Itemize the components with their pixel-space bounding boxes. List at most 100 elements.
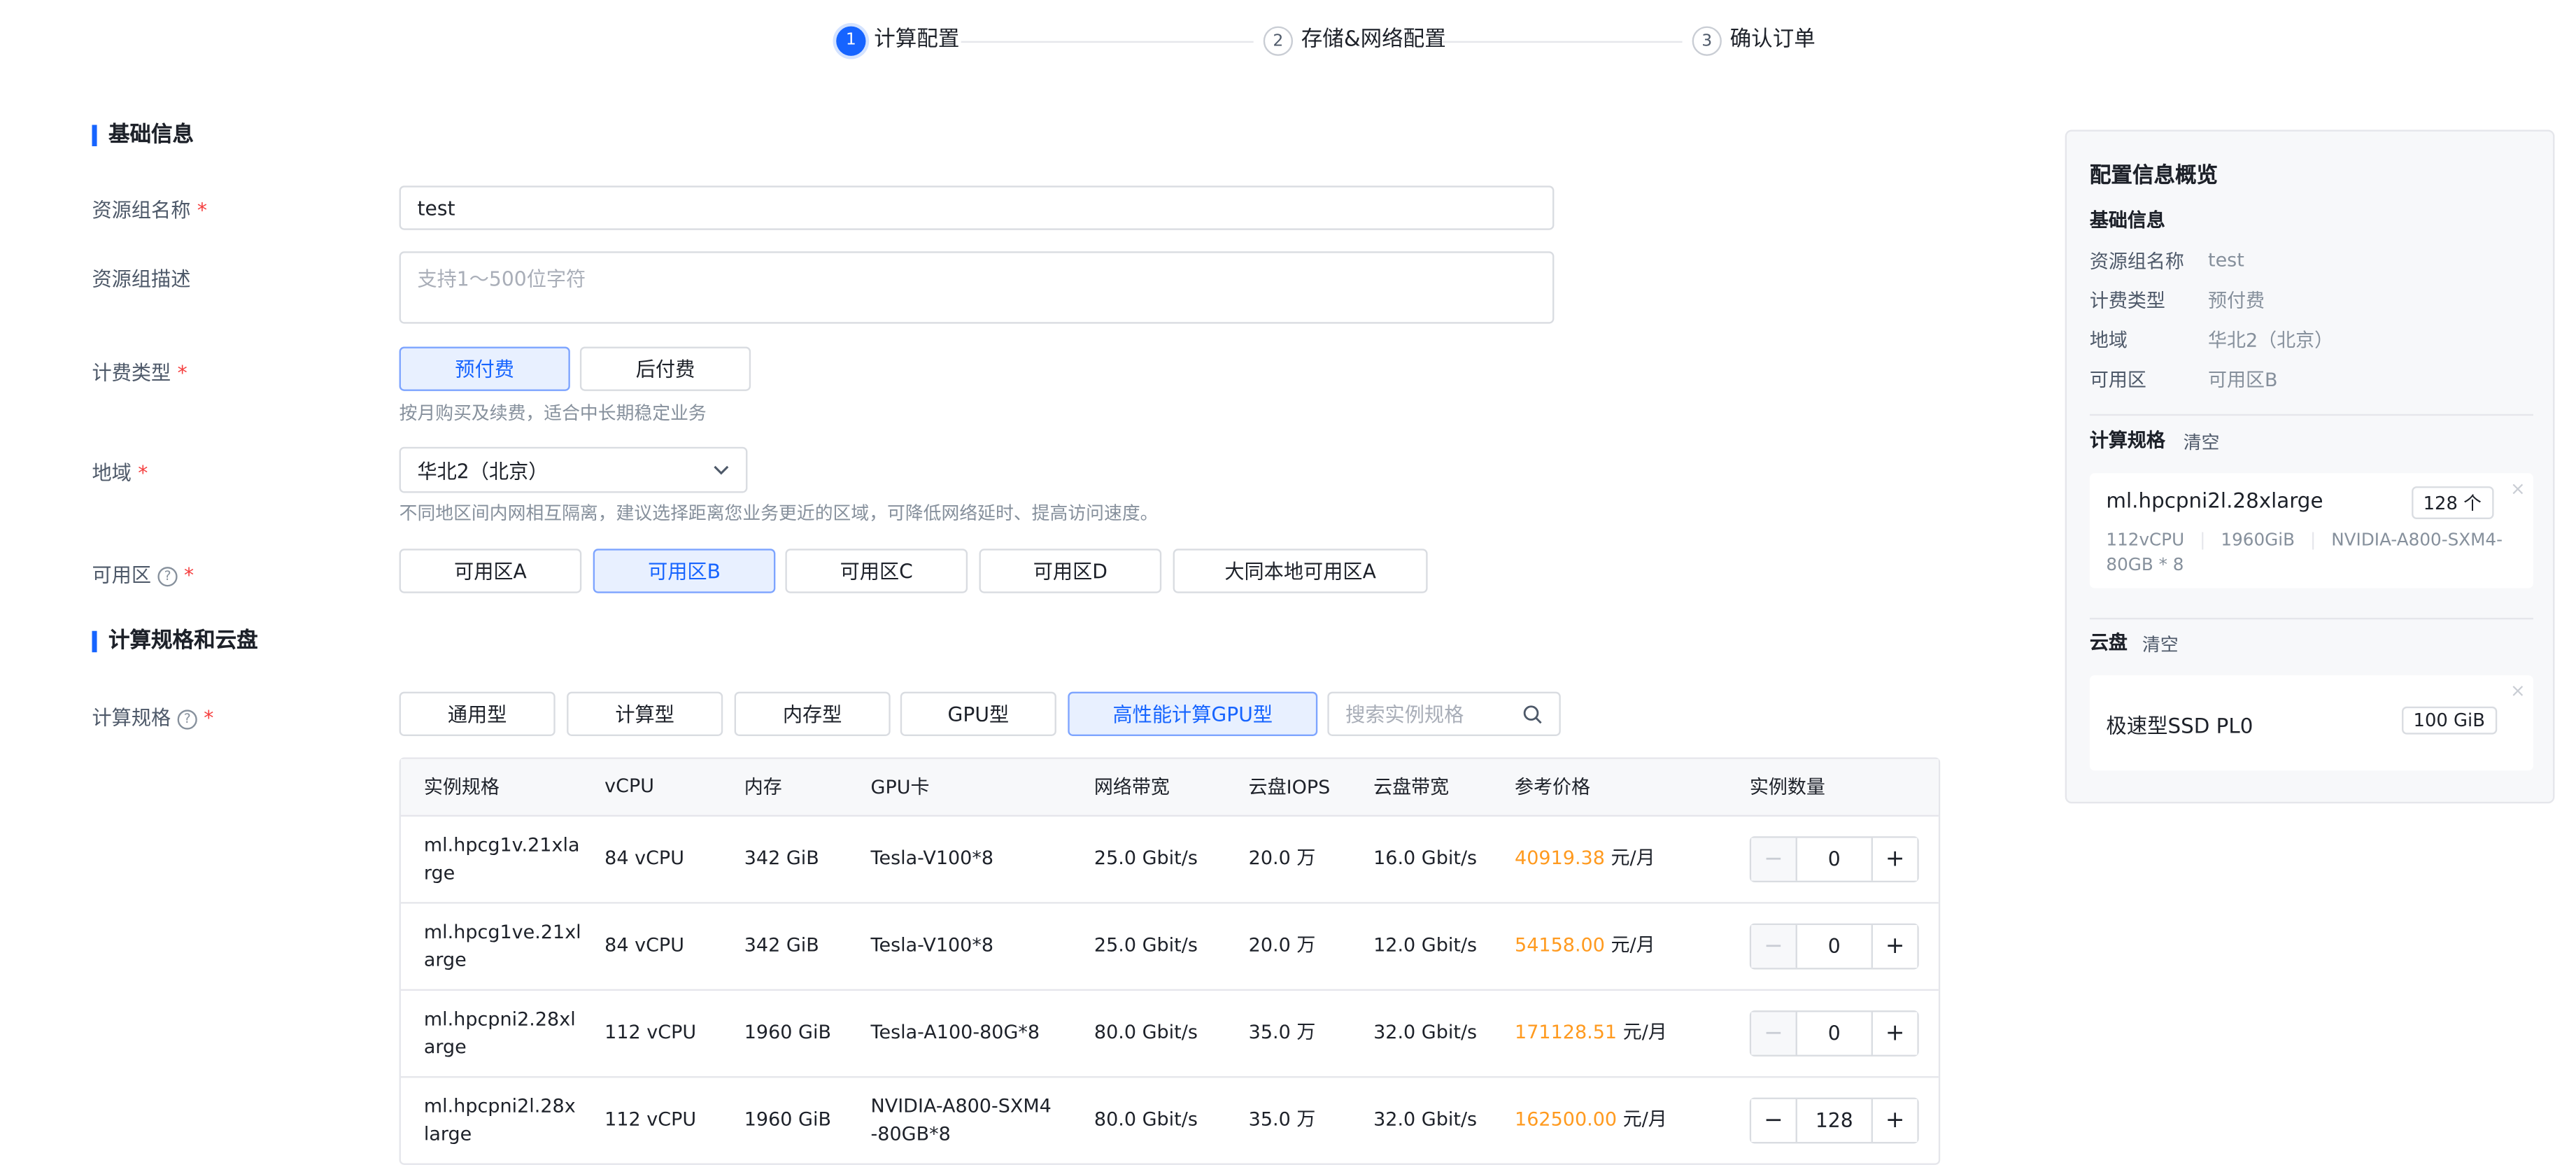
decrement-button[interactable]: −	[1751, 1012, 1797, 1055]
zone-b-button[interactable]: 可用区B	[593, 549, 776, 593]
close-icon[interactable]: ×	[2510, 478, 2526, 500]
quantity-input[interactable]: 0	[1797, 925, 1871, 968]
quantity-stepper: − 128 +	[1749, 1097, 1919, 1144]
quantity-stepper: − 0 +	[1749, 836, 1919, 882]
price-cell: 40919.38 元/月	[1515, 846, 1655, 870]
compute-spec-name: ml.hpcpni2l.28xlarge	[2106, 488, 2323, 513]
decrement-button[interactable]: −	[1751, 925, 1797, 968]
col-network: 网络带宽	[1094, 775, 1170, 799]
search-icon[interactable]	[1523, 704, 1543, 723]
section-compute: 计算规格和云盘	[92, 630, 258, 653]
summary-value: test	[2207, 248, 2244, 271]
compute-clear-link[interactable]: 清空	[2184, 429, 2220, 456]
decrement-button[interactable]: −	[1751, 838, 1797, 881]
table-row[interactable]: ml.hpcpni2.28xl arge 112 vCPU 1960 GiB Te…	[400, 991, 1939, 1078]
billing-prepaid-button[interactable]: 预付费	[399, 346, 570, 391]
spec-label: 计算规格? *	[92, 706, 214, 730]
vcpu-cell: 112 vCPU	[604, 1020, 697, 1044]
network-cell: 25.0 Gbit/s	[1094, 933, 1198, 956]
summary-compute-title: 计算规格	[2089, 428, 2165, 452]
iops-cell: 20.0 万	[1248, 846, 1316, 870]
step-connector	[1442, 41, 1683, 43]
spec-hpc-gpu-button[interactable]: 高性能计算GPU型	[1068, 691, 1318, 736]
step-connector	[961, 41, 1254, 43]
vcpu-cell: 84 vCPU	[604, 846, 684, 870]
table-row[interactable]: ml.hpcg1v.21xla rge 84 vCPU 342 GiB Tesla…	[400, 817, 1939, 904]
step-3-label[interactable]: 确认订单	[1730, 27, 1816, 56]
table-row[interactable]: ml.hpcg1ve.21xl arge 84 vCPU 342 GiB Tesl…	[400, 904, 1939, 991]
increment-button[interactable]: +	[1871, 1012, 1918, 1055]
iops-cell: 35.0 万	[1248, 1020, 1316, 1044]
config-summary-panel: 配置信息概览 基础信息 资源组名称 test 计费类型 预付费 地域 华北2（北…	[2065, 129, 2555, 804]
spec-gpu-button[interactable]: GPU型	[900, 691, 1056, 736]
memory-cell: 342 GiB	[744, 846, 819, 870]
increment-button[interactable]: +	[1871, 925, 1918, 968]
decrement-button[interactable]: −	[1751, 1099, 1797, 1142]
table-header: 实例规格 vCPU 内存 GPU卡 网络带宽 云盘IOPS 云盘带宽 参考价格 …	[400, 758, 1939, 817]
table-row[interactable]: ml.hpcpni2l.28x large 112 vCPU 1960 GiB N…	[401, 1078, 1939, 1163]
disk-clear-link[interactable]: 清空	[2142, 631, 2179, 658]
name-input[interactable]: test	[399, 185, 1555, 230]
quantity-input[interactable]: 128	[1797, 1099, 1871, 1142]
region-select-value: 华北2（北京）	[417, 459, 549, 483]
summary-basic-title: 基础信息	[2089, 209, 2165, 232]
desc-textarea[interactable]: 支持1～500位字符	[399, 251, 1555, 324]
col-memory: 内存	[744, 775, 782, 799]
disk-bw-cell: 32.0 Gbit/s	[1373, 1020, 1478, 1044]
zone-c-button[interactable]: 可用区C	[785, 549, 968, 593]
help-icon[interactable]: ?	[177, 709, 197, 730]
region-label: 地域 *	[92, 461, 148, 485]
memory-cell: 1960 GiB	[744, 1107, 832, 1131]
step-2-indicator[interactable]: 2	[1263, 26, 1294, 56]
zone-label: 可用区? *	[92, 563, 194, 587]
billing-hint: 按月购买及续费，适合中长期稳定业务	[399, 402, 707, 424]
memory-cell: 1960 GiB	[744, 1020, 832, 1044]
region-hint: 不同地区间内网相互隔离，建议选择距离您业务更近的区域，可降低网络延时、提高访问速…	[399, 502, 1159, 525]
increment-button[interactable]: +	[1871, 838, 1918, 881]
zone-datong-a-button[interactable]: 大同本地可用区A	[1173, 549, 1428, 593]
summary-value: 华北2（北京）	[2207, 328, 2334, 352]
col-quantity: 实例数量	[1749, 775, 1825, 799]
help-icon[interactable]: ?	[157, 567, 178, 587]
zone-d-button[interactable]: 可用区D	[979, 549, 1162, 593]
quantity-input[interactable]: 0	[1797, 838, 1871, 881]
close-icon[interactable]: ×	[2510, 680, 2526, 702]
step-1-label: 计算配置	[874, 27, 960, 53]
summary-key: 资源组名称	[2089, 249, 2184, 273]
gpu-cell: Tesla-V100*8	[870, 846, 994, 870]
vcpu-cell: 84 vCPU	[604, 933, 684, 956]
disk-card: 极速型SSD PL0 100 GiB ×	[2089, 675, 2533, 771]
zone-a-button[interactable]: 可用区A	[399, 549, 582, 593]
compute-spec-card: ml.hpcpni2l.28xlarge 128 个 × 112vCPU | 1…	[2089, 473, 2533, 588]
vcpu-cell: 112 vCPU	[604, 1107, 697, 1131]
spec-cell: ml.hpcg1ve.21xl arge	[423, 919, 581, 971]
iops-cell: 20.0 万	[1248, 933, 1316, 956]
price-cell: 54158.00 元/月	[1515, 933, 1655, 956]
compute-count-tag: 128 个	[2412, 486, 2493, 520]
compute-spec-detail: 112vCPU | 1960GiB | NVIDIA-A800-SXM4- 80…	[2106, 530, 2503, 575]
col-spec: 实例规格	[423, 775, 500, 799]
iops-cell: 35.0 万	[1248, 1107, 1316, 1131]
gpu-cell: Tesla-V100*8	[870, 933, 994, 956]
region-select[interactable]: 华北2（北京）	[399, 446, 748, 493]
gpu-cell: Tesla-A100-80G*8	[870, 1020, 1040, 1044]
spec-general-button[interactable]: 通用型	[399, 691, 555, 736]
chevron-down-icon	[714, 465, 729, 475]
col-disk-bw: 云盘带宽	[1373, 775, 1450, 799]
price-cell: 162500.00 元/月	[1515, 1107, 1667, 1131]
quantity-input[interactable]: 0	[1797, 1012, 1871, 1054]
spec-memory-button[interactable]: 内存型	[734, 691, 891, 736]
increment-button[interactable]: +	[1871, 1099, 1918, 1142]
billing-postpaid-button[interactable]: 后付费	[579, 346, 751, 391]
spec-compute-button[interactable]: 计算型	[567, 691, 723, 736]
price-cell: 171128.51 元/月	[1515, 1020, 1667, 1044]
step-2-label[interactable]: 存储&网络配置	[1301, 27, 1446, 56]
spec-search-input[interactable]: 搜索实例规格	[1327, 691, 1561, 736]
spec-cell: ml.hpcpni2l.28x large	[423, 1094, 576, 1145]
spec-cell: ml.hpcpni2.28xl arge	[423, 1007, 576, 1059]
quantity-stepper: − 0 +	[1749, 1010, 1919, 1057]
section-basic-info: 基础信息	[92, 125, 194, 146]
col-gpu: GPU卡	[870, 775, 930, 799]
step-3-indicator[interactable]: 3	[1692, 26, 1722, 56]
disk-size-tag: 100 GiB	[2402, 706, 2497, 735]
